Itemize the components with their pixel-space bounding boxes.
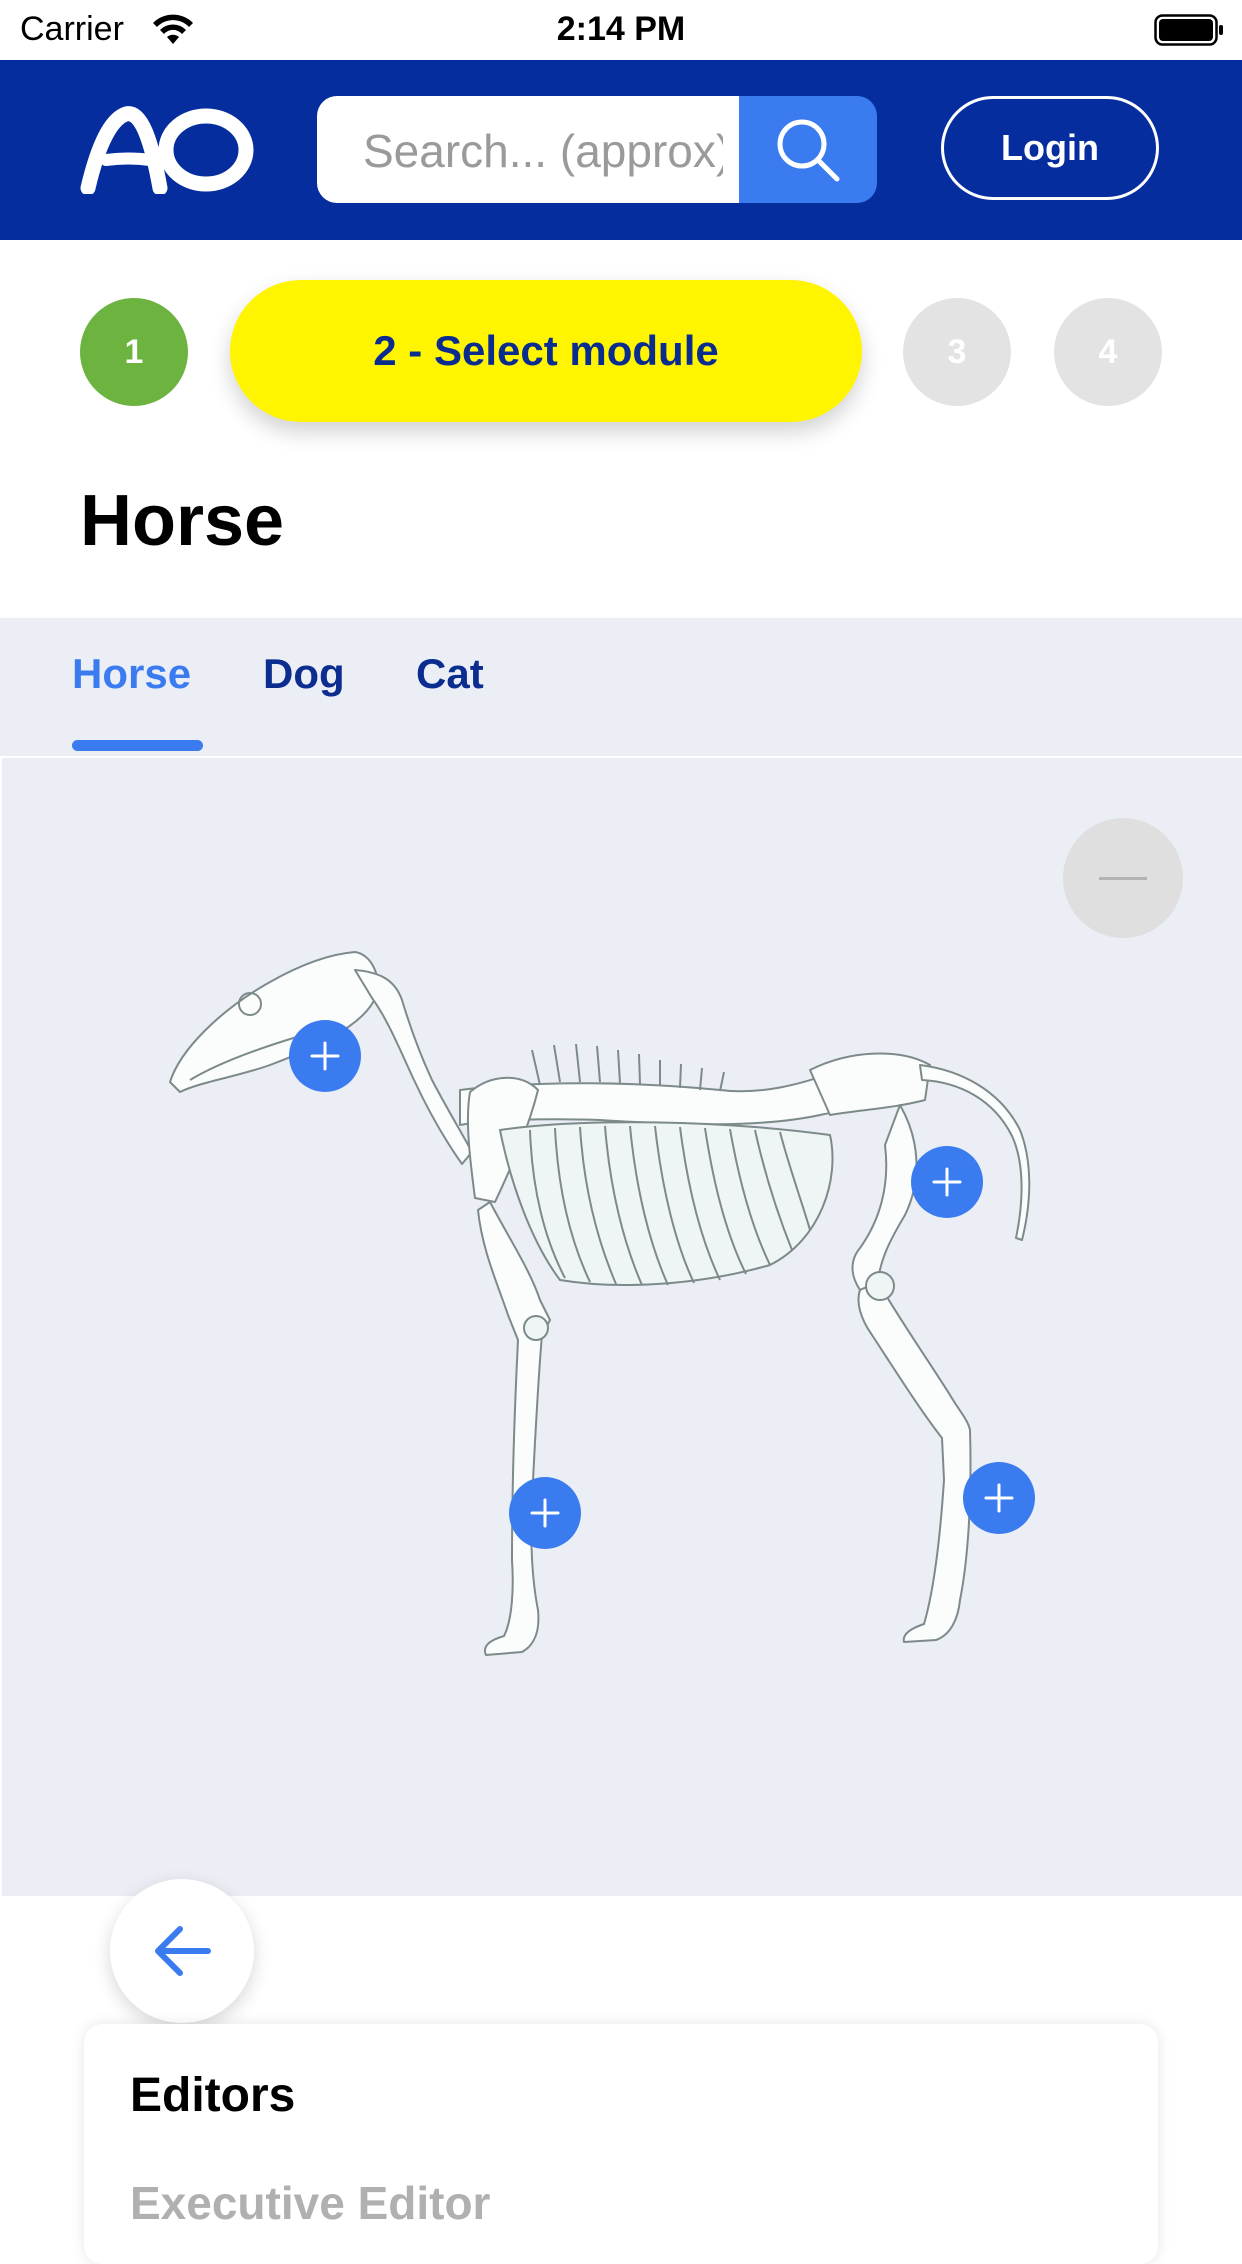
plus-icon	[530, 1498, 560, 1528]
search-icon	[777, 119, 840, 181]
hotspot-front-leg[interactable]	[509, 1477, 581, 1549]
battery-icon	[1154, 14, 1223, 46]
tab-dog[interactable]: Dog	[263, 650, 345, 698]
status-time: 2:14 PM	[556, 10, 686, 48]
step-2-select-module[interactable]: 2 - Select module	[230, 280, 862, 422]
hotspot-hind-leg[interactable]	[963, 1462, 1035, 1534]
ao-logo[interactable]	[78, 104, 254, 194]
step-3[interactable]: 3	[903, 298, 1011, 406]
active-tab-indicator	[72, 740, 203, 751]
search-box	[317, 96, 739, 205]
tab-horse[interactable]: Horse	[72, 650, 191, 698]
arrow-left-icon	[155, 1926, 211, 1976]
editor-role: Executive Editor	[130, 2177, 491, 2229]
page-title: Horse	[80, 481, 285, 561]
zoom-out-button[interactable]	[1063, 818, 1183, 938]
editors-title: Editors	[130, 2069, 296, 2122]
minus-icon	[1099, 876, 1147, 880]
step-4[interactable]: 4	[1054, 298, 1162, 406]
hotspot-pelvis[interactable]	[911, 1146, 983, 1218]
search-input[interactable]	[361, 96, 725, 205]
tab-cat[interactable]: Cat	[416, 650, 484, 698]
plus-icon	[984, 1483, 1014, 1513]
plus-icon	[310, 1041, 340, 1071]
search-button[interactable]	[739, 96, 877, 203]
hotspot-head[interactable]	[289, 1020, 361, 1092]
back-button[interactable]	[110, 1879, 254, 2023]
login-button[interactable]: Login	[941, 96, 1159, 200]
plus-icon	[932, 1167, 962, 1197]
step-1[interactable]: 1	[80, 298, 188, 406]
